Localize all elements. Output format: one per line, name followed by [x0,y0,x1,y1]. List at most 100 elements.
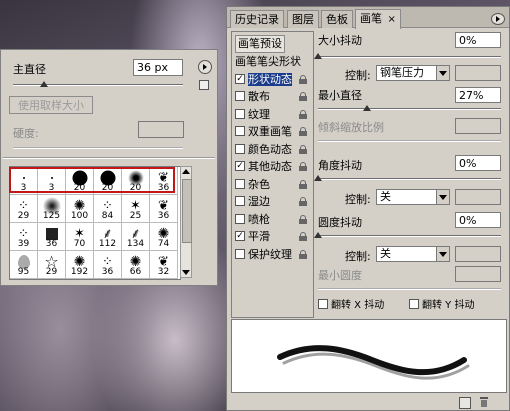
hardness-slider-track[interactable] [13,147,183,149]
trash-icon[interactable] [479,397,489,407]
new-preset-icon[interactable] [199,80,209,90]
new-brush-icon[interactable] [459,397,471,409]
option-checkbox[interactable]: ✓ [235,73,245,84]
brush-preset-8[interactable]: 125 [38,195,66,223]
use-sample-size-button[interactable]: 使用取样大小 [9,96,93,114]
master-diameter-input[interactable]: 36 px [133,59,183,76]
lock-icon[interactable] [299,127,307,136]
master-diameter-slider-thumb[interactable] [39,81,48,87]
option-checkbox[interactable] [235,248,245,259]
brush-preset-17[interactable]: ⸙ 134 [122,223,150,251]
chevron-down-icon[interactable] [436,190,449,204]
roundness-jitter-slider-track[interactable] [318,235,501,237]
brush-option-5[interactable]: 双重画笔 [235,124,292,140]
angle-control-select[interactable]: 关 [376,189,450,205]
angle-jitter-slider-track[interactable] [318,178,501,180]
lock-icon[interactable] [299,144,307,154]
option-checkbox[interactable] [235,108,245,119]
lock-icon[interactable] [299,179,307,189]
brush-preset-11[interactable]: ✶ 25 [122,195,150,223]
brush-preset-9[interactable]: ✺ 100 [66,195,94,223]
scroll-down-icon[interactable] [182,270,190,275]
brush-preset-20[interactable]: ☆ 29 [38,251,66,279]
size-control-select[interactable]: 钢笔压力 [376,65,450,81]
brush-option-7[interactable]: ✓ 其他动态 [235,159,292,175]
flip-y-checkbox[interactable] [409,299,419,309]
size-jitter-slider-thumb[interactable] [314,53,322,59]
option-checkbox[interactable] [235,196,245,206]
lock-icon[interactable] [299,232,307,241]
scroll-thumb[interactable] [182,179,192,243]
brush-preset-15[interactable]: ✶ 70 [66,223,94,251]
flip-x-checkbox[interactable] [318,299,328,309]
brush-preset-24[interactable]: ❦ 32 [150,251,178,279]
hardness-input[interactable] [138,121,184,138]
lock-icon[interactable] [299,92,307,101]
brush-preset-10[interactable]: ⁘ 84 [94,195,122,223]
brush-preset-22[interactable]: ⁘ 36 [94,251,122,279]
roundness-control-fade-input[interactable] [455,246,501,262]
min-diameter-input[interactable]: 27% [455,87,501,103]
brush-option-2[interactable]: ✓ 形状动态 [235,72,292,88]
brush-preset-7[interactable]: ⁘ 29 [10,195,38,223]
brush-preset-19[interactable]: 95 [10,251,38,279]
roundness-jitter-input[interactable]: 0% [455,212,501,228]
scroll-up-icon[interactable] [182,169,190,174]
tilt-scale-input[interactable] [455,118,501,134]
lock-icon[interactable] [299,162,307,171]
option-checkbox[interactable] [235,91,245,101]
preset-scrollbar[interactable] [180,166,192,278]
option-checkbox[interactable] [235,143,245,154]
close-icon[interactable]: × [388,14,396,25]
min-diameter-slider-thumb[interactable] [363,105,372,111]
brush-option-9[interactable]: 湿边 [235,194,270,210]
min-diameter-slider-track[interactable] [318,108,501,110]
brush-preset-14[interactable]: 36 [38,223,66,251]
brush-preset-13[interactable]: ⁘ 39 [10,223,38,251]
brush-preset-21[interactable]: ✺ 192 [66,251,94,279]
option-checkbox[interactable]: ✓ [235,231,245,241]
roundness-control-select[interactable]: 关 [376,246,450,262]
brush-option-4[interactable]: 纹理 [235,107,270,123]
size-control-fade-input[interactable] [455,65,501,81]
option-checkbox[interactable]: ✓ [235,161,245,171]
lock-icon[interactable] [299,214,307,224]
brush-option-10[interactable]: 喷枪 [235,212,270,228]
tab-history[interactable]: 历史记录 [230,10,284,28]
lock-icon[interactable] [299,197,307,206]
brush-presets-header[interactable]: 画笔预设 [235,35,285,53]
brush-preset-12[interactable]: ❦ 36 [150,195,178,223]
size-jitter-slider-track[interactable] [318,56,501,58]
lock-icon[interactable] [299,249,307,259]
brush-option-1[interactable]: 画笔笔尖形状 [235,54,301,70]
roundness-jitter-slider-thumb[interactable] [314,232,322,238]
angle-jitter-slider-thumb[interactable] [314,175,322,181]
min-roundness-input[interactable] [455,266,501,282]
flip-y-jitter-option[interactable]: 翻转 Y 抖动 [409,296,474,311]
brush-option-3[interactable]: 散布 [235,89,270,105]
brush-preset-23[interactable]: ✺ 66 [122,251,150,279]
tab-swatches[interactable]: 色板 [321,10,353,28]
angle-jitter-input[interactable]: 0% [455,155,501,171]
tilt-scale-slider-track[interactable] [318,140,501,142]
brush-option-6[interactable]: 颜色动态 [235,142,292,158]
option-checkbox[interactable] [235,126,245,136]
brush-preset-18[interactable]: ✺ 74 [150,223,178,251]
option-checkbox[interactable] [235,178,245,189]
tab-brushes[interactable]: 画笔 × [355,9,401,29]
size-jitter-input[interactable]: 0% [455,32,501,48]
brush-option-12[interactable]: 保护纹理 [235,247,292,263]
panel-menu-button[interactable] [491,13,505,25]
lock-icon[interactable] [299,74,307,84]
tab-layers[interactable]: 图层 [287,10,319,28]
flip-x-jitter-option[interactable]: 翻转 X 抖动 [318,296,384,311]
brush-preset-16[interactable]: ⸙ 112 [94,223,122,251]
master-diameter-slider-track[interactable] [13,84,183,86]
chevron-down-icon[interactable] [436,247,449,261]
min-roundness-slider-track[interactable] [318,288,501,290]
option-checkbox[interactable] [235,213,245,224]
angle-control-fade-input[interactable] [455,189,501,205]
picker-menu-button[interactable] [198,60,212,74]
brush-option-8[interactable]: 杂色 [235,177,270,193]
brush-option-11[interactable]: ✓ 平滑 [235,229,270,245]
